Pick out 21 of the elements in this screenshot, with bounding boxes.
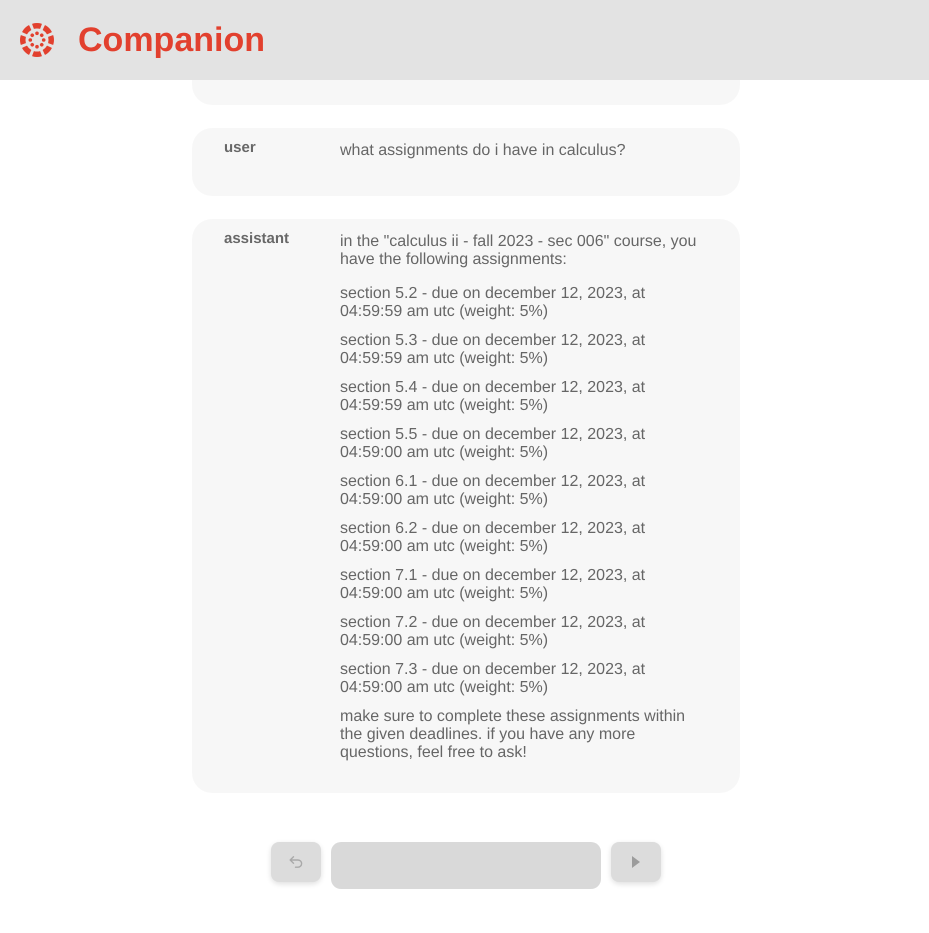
message-text: section 7.2 - due on december 12, 2023, at 04:59:00 am utc (weight: 5%) (340, 614, 646, 650)
logo-icon (17, 20, 57, 60)
message-text: what assignments do i have in calculus? (340, 142, 626, 160)
message-text: section 5.4 - due on december 12, 2023, at 04:59:59 am utc (weight: 5%) (340, 379, 646, 415)
message-text: section 5.5 - due on december 12, 2023, at 04:59:00 am utc (weight: 5%) (340, 426, 646, 462)
message-text: section 6.1 - due on december 12, 2023, at 04:59:00 am utc (weight: 5%) (340, 473, 646, 509)
message-text: make sure to complete these assignments within the given deadlines. if you have any more questions, feel free to ask! (340, 708, 686, 762)
message-text: section 5.2 - due on december 12, 2023, at 04:59:59 am utc (weight: 5%) (340, 285, 646, 321)
caret-right-icon (632, 856, 640, 868)
message-text: section 7.1 - due on december 12, 2023, at 04:59:00 am utc (weight: 5%) (340, 567, 646, 603)
undo-button[interactable] (271, 842, 321, 882)
message-text: section 6.2 - due on december 12, 2023, at 04:59:00 am utc (weight: 5%) (340, 520, 646, 556)
app-title: Companion (78, 20, 265, 60)
send-button[interactable] (611, 842, 661, 882)
message-role: assistant (224, 230, 290, 248)
undo-icon (289, 856, 303, 868)
message-role: user (224, 139, 256, 157)
message-text: section 5.3 - due on december 12, 2023, at 04:59:59 am utc (weight: 5%) (340, 332, 646, 368)
message-text: in the "calculus ii - fall 2023 - sec 006" course, you have the following assignments: (340, 233, 698, 269)
message-text: section 7.3 - due on december 12, 2023, at 04:59:00 am utc (weight: 5%) (340, 661, 646, 697)
message-input[interactable] (331, 842, 601, 889)
